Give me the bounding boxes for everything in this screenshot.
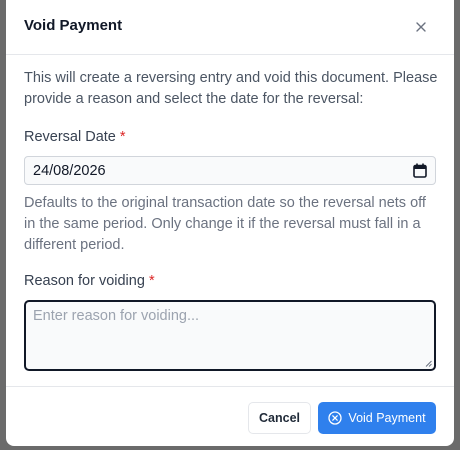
reversal-date-label: Reversal Date * <box>24 129 126 145</box>
reversal-date-value: 24/08/2026 <box>33 162 106 179</box>
reason-placeholder: Enter reason for voiding... <box>33 308 200 324</box>
dialog-footer: Cancel Void Payment <box>6 386 454 446</box>
reversal-date-help: Defaults to the original transaction dat… <box>24 195 426 253</box>
dialog-header: Void Payment <box>6 0 454 55</box>
required-mark: * <box>119 129 126 145</box>
dialog-body: This will create a reversing entry and v… <box>24 68 438 371</box>
x-circle-icon <box>328 411 343 425</box>
void-payment-dialog: Void Payment This will create a reversin… <box>6 0 454 446</box>
close-icon <box>416 22 426 32</box>
reason-textarea[interactable]: Enter reason for voiding... <box>24 300 436 371</box>
dialog-title: Void Payment <box>24 17 123 34</box>
reversal-date-input[interactable]: 24/08/2026 <box>24 156 436 185</box>
calendar-icon[interactable] <box>413 163 427 178</box>
reason-label-text: Reason for voiding <box>24 273 145 289</box>
reversal-date-label-text: Reversal Date <box>24 129 116 145</box>
required-mark: * <box>148 273 155 289</box>
reason-label: Reason for voiding * <box>24 273 155 289</box>
void-payment-label: Void Payment <box>348 411 426 425</box>
close-button[interactable] <box>411 17 431 37</box>
resize-handle-icon[interactable] <box>425 360 432 367</box>
cancel-button[interactable]: Cancel <box>248 402 311 434</box>
dialog-description: This will create a reversing entry and v… <box>24 70 438 107</box>
void-payment-button[interactable]: Void Payment <box>318 402 436 434</box>
